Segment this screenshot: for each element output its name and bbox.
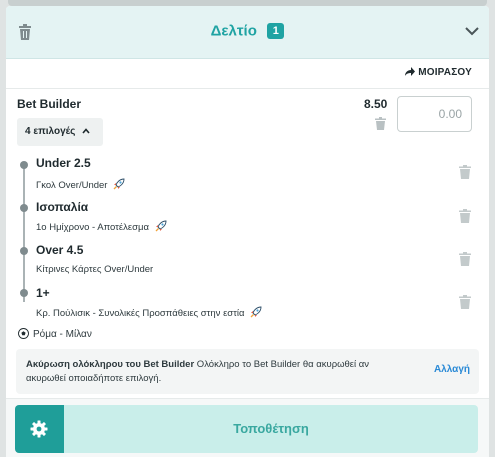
football-icon — [18, 328, 29, 339]
match-teams: Ρόμα - Μίλαν — [33, 329, 92, 340]
settings-button[interactable] — [15, 405, 64, 453]
selection-title: Under 2.5 — [36, 156, 91, 170]
timeline-dot — [20, 289, 28, 297]
match-info: Ρόμα - Μίλαν — [18, 328, 92, 340]
timeline-dot — [20, 204, 28, 212]
bet-builder-title: Bet Builder — [17, 97, 82, 111]
betslip-panel: Δελτίο 1 ΜΟΙΡΑΣΟΥ Bet Builder 8.50 0.00 … — [6, 6, 489, 457]
divider — [6, 88, 489, 89]
selection-title: Ισοπαλία — [36, 200, 89, 214]
trash-icon[interactable] — [375, 117, 386, 130]
bet-odds: 8.50 — [364, 97, 388, 111]
cancel-notice: Ακύρωση ολόκληρου του Bet Builder Ολόκλη… — [16, 349, 479, 394]
trash-icon[interactable] — [459, 295, 471, 309]
selection-title: Over 4.5 — [36, 243, 84, 257]
rocket-icon — [155, 220, 167, 232]
stake-input[interactable]: 0.00 — [397, 96, 472, 132]
selection-count-badge: 1 — [267, 22, 285, 39]
selections-toggle[interactable]: 4 επιλογές — [17, 118, 103, 146]
place-bet-button[interactable]: Τοποθέτηση — [64, 405, 478, 453]
notice-text: Ακύρωση ολόκληρου του Bet Builder Ολόκλη… — [26, 358, 411, 386]
selection-market-label: Κρ. Πούλισικ - Συνολικές Προσπάθειες στη… — [36, 308, 245, 319]
trash-icon[interactable] — [459, 165, 471, 179]
share-label: ΜΟΙΡΑΣΟΥ — [418, 67, 472, 78]
selection-market-label: Γκολ Over/Under — [36, 180, 108, 191]
selection-market: Κρ. Πούλισικ - Συνολικές Προσπάθειες στη… — [36, 306, 262, 319]
selection-title: 1+ — [36, 286, 50, 300]
selection-market: Γκολ Over/Under — [36, 178, 125, 191]
chevron-up-icon — [82, 128, 90, 134]
selection-market-label: 1ο Ημίχρονο - Αποτέλεσμα — [36, 222, 149, 233]
rocket-icon — [113, 178, 125, 190]
timeline-dot — [20, 247, 28, 255]
selection-market: 1ο Ημίχρονο - Αποτέλεσμα — [36, 220, 167, 233]
rocket-icon — [250, 306, 262, 318]
selection-timeline — [23, 164, 25, 302]
header-title-wrap: Δελτίο 1 — [6, 22, 489, 40]
page-title: Δελτίο — [210, 22, 257, 40]
change-link[interactable]: Αλλαγή — [434, 364, 470, 375]
selection-market-label: Κίτρινες Κάρτες Over/Under — [36, 264, 154, 275]
gear-icon — [30, 420, 48, 438]
timeline-dot — [20, 161, 28, 169]
trash-icon[interactable] — [459, 252, 471, 266]
notice-bold: Ακύρωση ολόκληρου του Bet Builder — [26, 359, 195, 370]
chevron-down-icon[interactable] — [465, 26, 479, 36]
selection-market: Κίτρινες Κάρτες Over/Under — [36, 264, 153, 275]
share-arrow-icon — [405, 67, 416, 76]
selections-toggle-label: 4 επιλογές — [25, 126, 76, 137]
betslip-header[interactable]: Δελτίο 1 — [6, 6, 489, 59]
trash-icon[interactable] — [459, 209, 471, 223]
share-button[interactable]: ΜΟΙΡΑΣΟΥ — [404, 67, 472, 78]
